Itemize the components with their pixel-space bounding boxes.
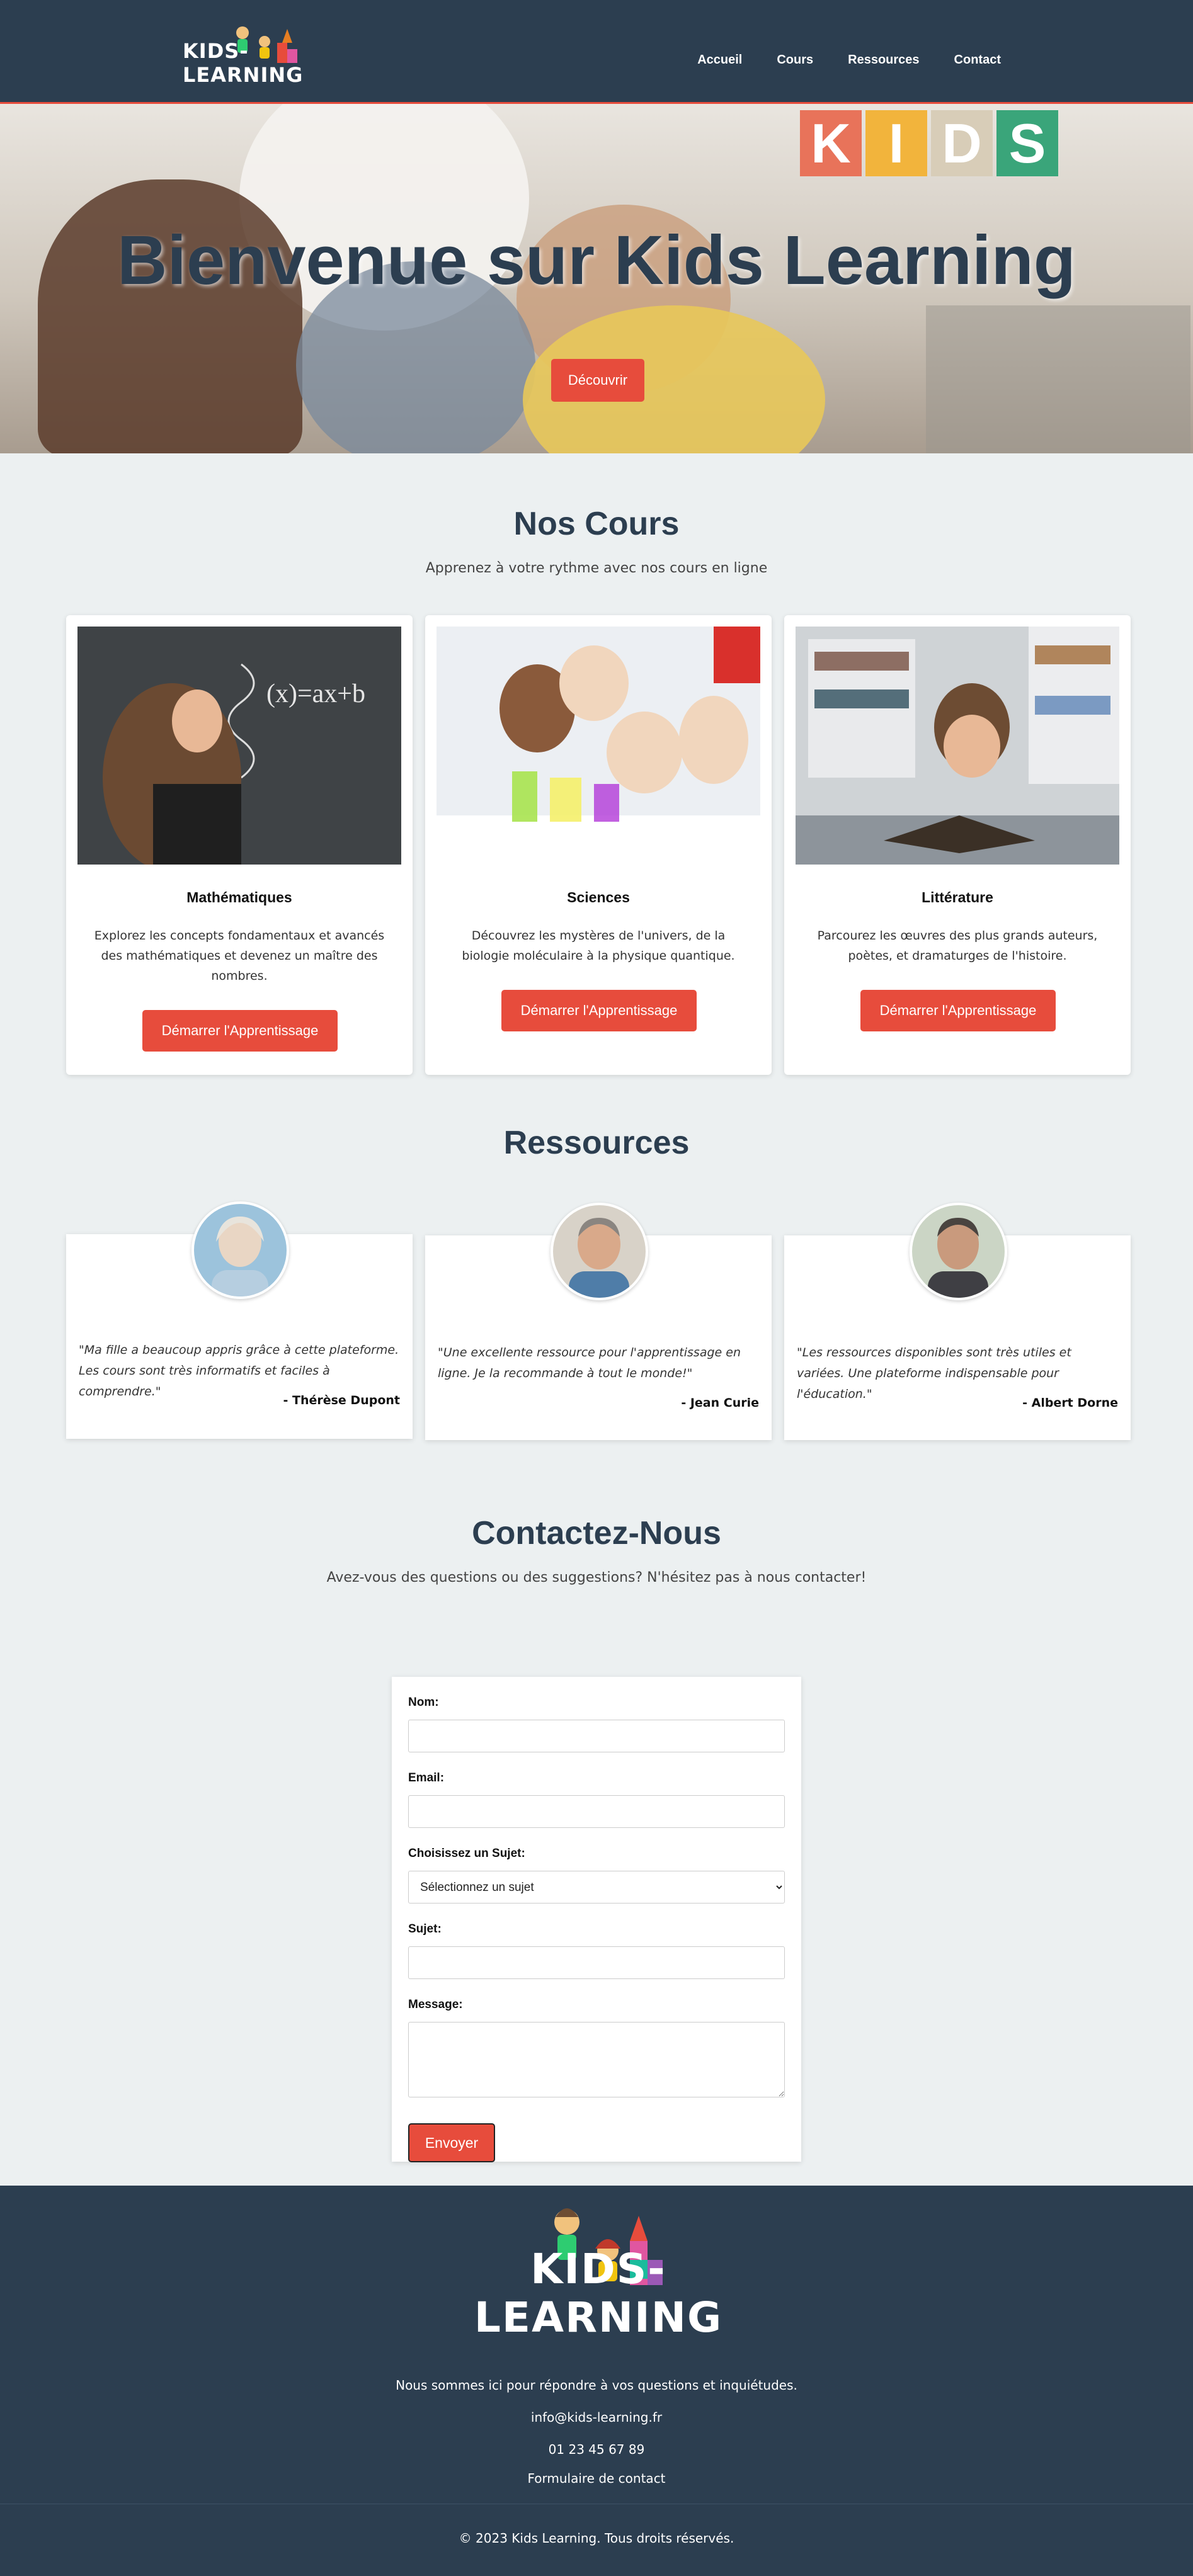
logo-text: KIDS-LEARNING xyxy=(183,39,304,87)
testimonial-author: - Albert Dorne xyxy=(1022,1396,1118,1410)
letter-block: S xyxy=(996,110,1058,176)
contact-form: Nom: Email: Choisissez un Sujet: Sélecti… xyxy=(392,1677,801,2162)
testimonial-card: "Les ressources disponibles sont très ut… xyxy=(784,1203,1131,1440)
course-cards: (x)=ax+b Mathématiques Explorez les conc… xyxy=(66,615,1131,1075)
topic-label: Choisissez un Sujet: xyxy=(408,1847,525,1860)
site-footer: KIDS-LEARNING Nous sommes ici pour répon… xyxy=(0,2186,1193,2576)
avatar xyxy=(551,1203,648,1300)
email-label: Email: xyxy=(408,1771,445,1784)
avatar xyxy=(910,1203,1007,1300)
footer-contact-form-link[interactable]: Formulaire de contact xyxy=(0,2471,1193,2486)
nav-ressources[interactable]: Ressources xyxy=(848,53,919,67)
footer-logo-text: KIDS-LEARNING xyxy=(474,2245,723,2342)
testimonial-author: - Jean Curie xyxy=(681,1396,759,1410)
site-header: KIDS-LEARNING Accueil Cours Ressources C… xyxy=(0,0,1193,104)
chalkboard-girl-image: (x)=ax+b xyxy=(77,627,401,865)
resources-title: Ressources xyxy=(503,1125,690,1161)
course-title: Littérature xyxy=(922,889,993,905)
email-field[interactable] xyxy=(408,1795,785,1828)
nav-contact[interactable]: Contact xyxy=(954,53,1001,67)
site-logo[interactable]: KIDS-LEARNING xyxy=(183,24,334,87)
hero-title: Bienvenue sur Kids Learning xyxy=(117,222,1076,299)
subject-label: Sujet: xyxy=(408,1922,442,1936)
course-title: Mathématiques xyxy=(186,889,292,905)
hero-banner: K I D S Bienvenue sur Kids Learning Déco… xyxy=(0,104,1193,453)
courses-subtitle: Apprenez à votre rythme avec nos cours e… xyxy=(425,560,768,576)
testimonial-quote: "Une excellente ressource pour l'apprent… xyxy=(438,1346,741,1380)
topic-select[interactable]: Sélectionnez un sujet xyxy=(408,1871,785,1904)
main-nav: Accueil Cours Ressources Contact xyxy=(697,53,1001,67)
send-button[interactable]: Envoyer xyxy=(408,2123,495,2162)
start-learning-button[interactable]: Démarrer l'Apprentissage xyxy=(142,1010,338,1052)
avatar xyxy=(191,1201,289,1299)
nav-accueil[interactable]: Accueil xyxy=(697,53,742,67)
reading-boy-image xyxy=(796,627,1119,865)
courses-section: Nos Cours Apprenez à votre rythme avec n… xyxy=(0,453,1193,1075)
message-field[interactable] xyxy=(408,2022,785,2097)
contact-title: Contactez-Nous xyxy=(472,1515,721,1552)
testimonial-card: "Ma fille a beaucoup appris grâce à cett… xyxy=(66,1201,413,1439)
letter-block: I xyxy=(865,110,927,176)
svg-text:(x)=ax+b: (x)=ax+b xyxy=(266,679,365,708)
course-card-science: Sciences Découvrez les mystères de l'uni… xyxy=(425,615,772,1075)
science-kids-image xyxy=(437,627,760,865)
start-learning-button[interactable]: Démarrer l'Apprentissage xyxy=(501,990,697,1031)
letter-block: D xyxy=(931,110,993,176)
subject-field[interactable] xyxy=(408,1946,785,1979)
nav-cours[interactable]: Cours xyxy=(777,53,813,67)
footer-logo: KIDS-LEARNING xyxy=(441,2203,756,2342)
course-card-math: (x)=ax+b Mathématiques Explorez les conc… xyxy=(66,615,413,1075)
testimonial-card: "Une excellente ressource pour l'apprent… xyxy=(425,1203,772,1440)
discover-button[interactable]: Découvrir xyxy=(551,359,644,402)
courses-title: Nos Cours xyxy=(513,506,680,542)
testimonials: "Ma fille a beaucoup appris grâce à cett… xyxy=(66,1196,1131,1440)
footer-phone[interactable]: 01 23 45 67 89 xyxy=(0,2442,1193,2457)
hero-photo-shape xyxy=(926,305,1190,453)
start-learning-button[interactable]: Démarrer l'Apprentissage xyxy=(860,990,1056,1031)
message-label: Message: xyxy=(408,1998,463,2011)
name-field[interactable] xyxy=(408,1720,785,1752)
footer-copyright: © 2023 Kids Learning. Tous droits réserv… xyxy=(0,2504,1193,2546)
footer-email[interactable]: info@kids-learning.fr xyxy=(0,2410,1193,2425)
letter-block: K xyxy=(800,110,862,176)
footer-tagline: Nous sommes ici pour répondre à vos ques… xyxy=(396,2378,797,2393)
course-description: Explorez les concepts fondamentaux et av… xyxy=(94,929,385,983)
resources-section: Ressources "Ma fille a beaucoup appris g… xyxy=(0,1075,1193,1440)
testimonial-author: - Thérèse Dupont xyxy=(283,1393,400,1407)
contact-section: Contactez-Nous Avez-vous des questions o… xyxy=(0,1440,1193,2162)
course-description: Découvrez les mystères de l'univers, de … xyxy=(462,929,735,963)
name-label: Nom: xyxy=(408,1696,439,1709)
course-description: Parcourez les œuvres des plus grands aut… xyxy=(817,929,1098,963)
kids-letter-blocks: K I D S xyxy=(800,110,1058,176)
course-title: Sciences xyxy=(567,889,630,905)
contact-subtitle: Avez-vous des questions ou des suggestio… xyxy=(326,1570,867,1586)
course-card-literature: Littérature Parcourez les œuvres des plu… xyxy=(784,615,1131,1075)
